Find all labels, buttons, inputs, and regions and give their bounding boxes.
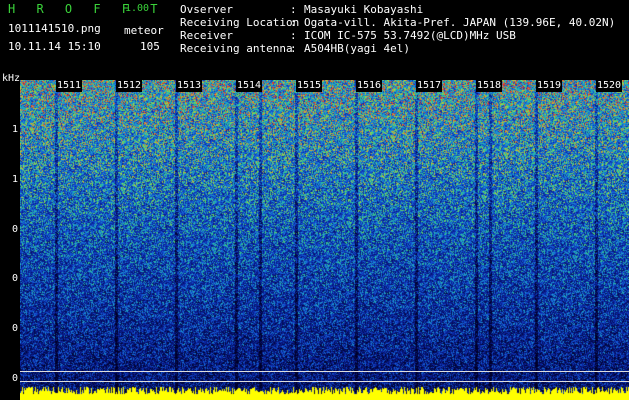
info-value: Ogata-vill. Akita-Pref. JAPAN (139.96E, … [304,16,616,29]
time-tick-label: 1514 [236,80,263,92]
spectrogram-plot: 1511 1512 1513 1514 1515 1516 1517 1518 … [20,80,629,400]
time-tick-label: 1518 [476,80,503,92]
time-tick-label: 1513 [176,80,203,92]
mode-label: meteor [124,24,164,37]
frequency-unit: kHz [2,73,21,84]
info-separator: : [290,16,297,29]
date-time: 10.11.14 15:10 [8,40,101,53]
time-tick-label: 1511 [56,80,83,92]
time-tick-label: 1515 [296,80,323,92]
info-label: Receiving Location [180,16,300,29]
info-value: A504HB(yagi 4el) [304,42,410,55]
reference-line-upper [20,371,629,372]
app-version: 1.00 [125,3,150,14]
info-separator: : [290,42,297,55]
time-tick-label: 1519 [536,80,563,92]
time-tick-label: 1520 [596,80,623,92]
info-value: Masayuki Kobayashi [304,3,424,16]
time-tick-label: 1517 [416,80,443,92]
info-row-observer: Ovserver: Masayuki Kobayashi [180,3,615,16]
time-tick-label: 1516 [356,80,383,92]
header-left: H R O F F T 1.00 1011141510.png meteor 1… [0,0,170,78]
file-name: 1011141510.png [8,22,101,35]
station-info: Ovserver: Masayuki Kobayashi Receiving Lo… [180,3,615,55]
info-row-receiver: Receiver: ICOM IC-575 53.7492(@LCD)MHz US… [180,29,615,42]
info-row-antenna: Receiving antenna: A504HB(yagi 4el) [180,42,615,55]
info-row-location: Receiving Location: Ogata-vill. Akita-Pre… [180,16,615,29]
meteor-count: 105 [140,40,160,53]
info-label: Receiving antenna [180,42,293,55]
info-separator: : [290,29,297,42]
info-label: Receiver [180,29,233,42]
spectrogram-canvas [20,80,629,400]
info-separator: : [290,3,297,16]
time-tick-label: 1512 [116,80,143,92]
info-label: Ovserver [180,3,233,16]
info-value: ICOM IC-575 53.7492(@LCD)MHz USB [304,29,516,42]
reference-line-lower [20,381,629,382]
